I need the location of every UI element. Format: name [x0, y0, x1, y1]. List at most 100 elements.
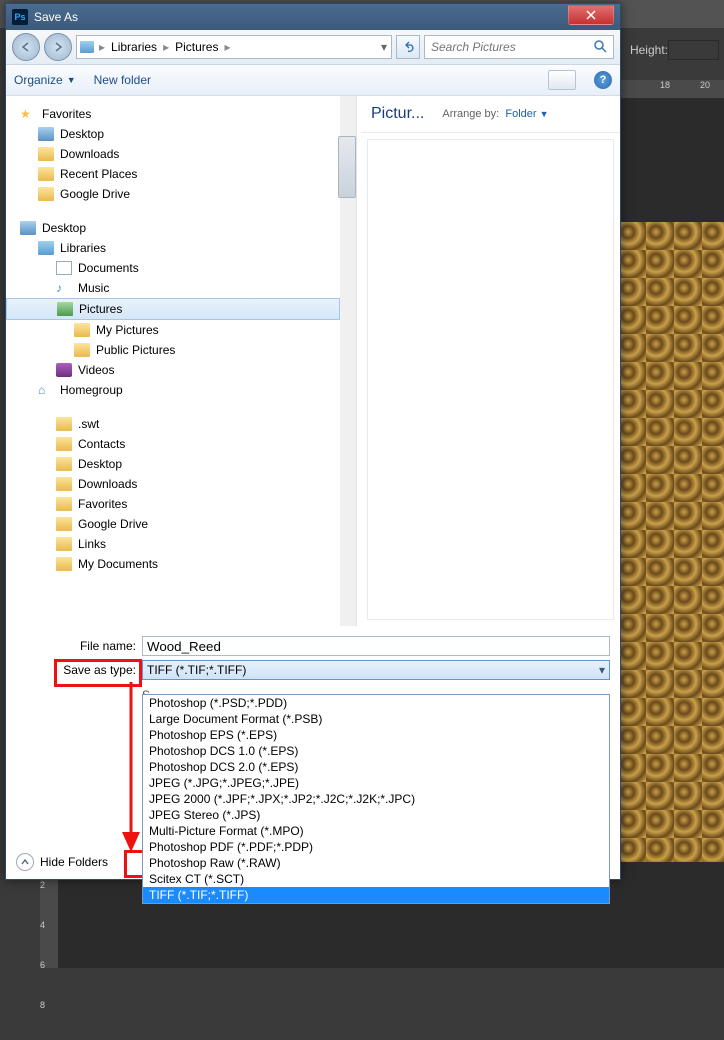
search-box[interactable] — [424, 35, 614, 59]
height-input[interactable] — [668, 40, 719, 60]
view-mode-button[interactable] — [548, 70, 576, 90]
folder-tree[interactable]: ★Favorites Desktop Downloads Recent Plac… — [6, 96, 357, 626]
save-type-dropdown[interactable]: Photoshop (*.PSD;*.PDD) Large Document F… — [142, 694, 610, 904]
titlebar[interactable]: Ps Save As — [6, 4, 620, 30]
pictures-icon — [57, 302, 73, 316]
tree-label: Recent Places — [60, 167, 137, 181]
new-folder-button[interactable]: New folder — [94, 73, 151, 87]
format-option[interactable]: Photoshop PDF (*.PDF;*.PDP) — [143, 839, 609, 855]
tree-favorites[interactable]: ★Favorites — [6, 104, 356, 124]
tree-item[interactable]: My Pictures — [6, 320, 356, 340]
chevron-down-icon[interactable]: ▾ — [381, 40, 387, 54]
tree-item[interactable]: Videos — [6, 360, 356, 380]
tree-label: Videos — [78, 363, 114, 377]
tree-label: Favorites — [78, 497, 127, 511]
hide-folders-toggle[interactable] — [16, 853, 34, 871]
format-option[interactable]: Photoshop Raw (*.RAW) — [143, 855, 609, 871]
ruler-vertical: 2 4 6 8 — [40, 880, 58, 968]
tree-label: Desktop — [60, 127, 104, 141]
format-option[interactable]: Scitex CT (*.SCT) — [143, 871, 609, 887]
search-input[interactable] — [425, 39, 583, 55]
format-option[interactable]: Large Document Format (*.PSB) — [143, 711, 609, 727]
folder-icon — [56, 457, 72, 471]
format-option[interactable]: Photoshop DCS 2.0 (*.EPS) — [143, 759, 609, 775]
tree-item[interactable]: Favorites — [6, 494, 356, 514]
toolbar: Organize ▼ New folder ? — [6, 65, 620, 96]
tree-label: My Pictures — [96, 323, 159, 337]
folder-icon — [56, 557, 72, 571]
height-field-group: Height: — [630, 40, 719, 60]
forward-button[interactable] — [44, 33, 72, 61]
folder-icon — [74, 343, 90, 357]
tree-item[interactable]: Google Drive — [6, 514, 356, 534]
tree-item[interactable]: Downloads — [6, 144, 356, 164]
format-option[interactable]: Photoshop EPS (*.EPS) — [143, 727, 609, 743]
organize-button[interactable]: Organize ▼ — [14, 73, 76, 87]
nav-bar: ▸ Libraries ▸ Pictures ▸ ▾ — [6, 30, 620, 65]
refresh-button[interactable] — [396, 35, 420, 59]
breadcrumb-libraries[interactable]: Libraries — [107, 40, 161, 54]
close-button[interactable] — [568, 5, 614, 25]
breadcrumb-pictures[interactable]: Pictures — [171, 40, 222, 54]
folder-icon — [56, 537, 72, 551]
ruler-tick: 20 — [700, 80, 724, 98]
tree-item[interactable]: Documents — [6, 258, 356, 278]
tree-label: Libraries — [60, 241, 106, 255]
library-title: Pictur... — [371, 105, 424, 123]
tree-item[interactable]: My Documents — [6, 554, 356, 574]
refresh-icon — [402, 41, 414, 53]
tree-label: Links — [78, 537, 106, 551]
tree-item[interactable]: ♪Music — [6, 278, 356, 298]
tree-label: Public Pictures — [96, 343, 175, 357]
tree-libraries[interactable]: Libraries — [6, 238, 356, 258]
tree-item[interactable]: Recent Places — [6, 164, 356, 184]
tree-label: Music — [78, 281, 109, 295]
tree-desktop[interactable]: Desktop — [6, 218, 356, 238]
tree-label: My Documents — [78, 557, 158, 571]
file-list[interactable] — [367, 139, 614, 620]
tree-item[interactable]: Desktop — [6, 454, 356, 474]
tree-label: Desktop — [78, 457, 122, 471]
format-option[interactable]: Multi-Picture Format (*.MPO) — [143, 823, 609, 839]
search-icon — [593, 39, 607, 56]
tree-item[interactable]: Downloads — [6, 474, 356, 494]
format-option[interactable]: JPEG (*.JPG;*.JPEG;*.JPE) — [143, 775, 609, 791]
tree-item[interactable]: Contacts — [6, 434, 356, 454]
organize-label: Organize — [14, 73, 63, 87]
ruler-tick: 2 — [40, 880, 58, 920]
preview-pane: Pictur... Arrange by: Folder ▼ — [361, 96, 620, 626]
tree-item[interactable]: Public Pictures — [6, 340, 356, 360]
tree-item[interactable]: .swt — [6, 414, 356, 434]
tree-label: Downloads — [78, 477, 137, 491]
format-option[interactable]: Photoshop DCS 1.0 (*.EPS) — [143, 743, 609, 759]
address-bar[interactable]: ▸ Libraries ▸ Pictures ▸ ▾ — [76, 35, 392, 59]
tree-item[interactable]: Google Drive — [6, 184, 356, 204]
close-icon — [585, 10, 597, 20]
chevron-down-icon: ▾ — [599, 663, 605, 677]
tree-item[interactable]: Desktop — [6, 124, 356, 144]
chevron-up-icon — [21, 858, 29, 866]
tree-label: Pictures — [79, 302, 122, 316]
format-option[interactable]: Photoshop (*.PSD;*.PDD) — [143, 695, 609, 711]
tree-pictures[interactable]: Pictures — [6, 298, 340, 320]
tree-item[interactable]: Links — [6, 534, 356, 554]
folder-icon — [56, 477, 72, 491]
tree-scrollbar[interactable] — [340, 96, 356, 626]
format-option-selected[interactable]: TIFF (*.TIF;*.TIFF) — [143, 887, 609, 903]
hide-folders-label[interactable]: Hide Folders — [40, 855, 108, 869]
arrange-by[interactable]: Arrange by: Folder ▼ — [442, 108, 548, 120]
tree-label: Downloads — [60, 147, 119, 161]
chevron-right-icon: ▸ — [97, 40, 107, 54]
format-option[interactable]: JPEG 2000 (*.JPF;*.JPX;*.JP2;*.J2C;*.J2K… — [143, 791, 609, 807]
back-button[interactable] — [12, 33, 40, 61]
tree-label: Documents — [78, 261, 139, 275]
format-option[interactable]: JPEG Stereo (*.JPS) — [143, 807, 609, 823]
homegroup-icon: ⌂ — [38, 383, 54, 397]
tree-homegroup[interactable]: ⌂Homegroup — [6, 380, 356, 400]
help-button[interactable]: ? — [594, 71, 612, 89]
chevron-down-icon: ▼ — [67, 75, 76, 85]
tree-label: Google Drive — [60, 187, 130, 201]
file-name-input[interactable] — [142, 636, 610, 656]
save-type-combo[interactable]: TIFF (*.TIF;*.TIFF) ▾ — [142, 660, 610, 680]
scrollbar-thumb[interactable] — [338, 136, 356, 198]
